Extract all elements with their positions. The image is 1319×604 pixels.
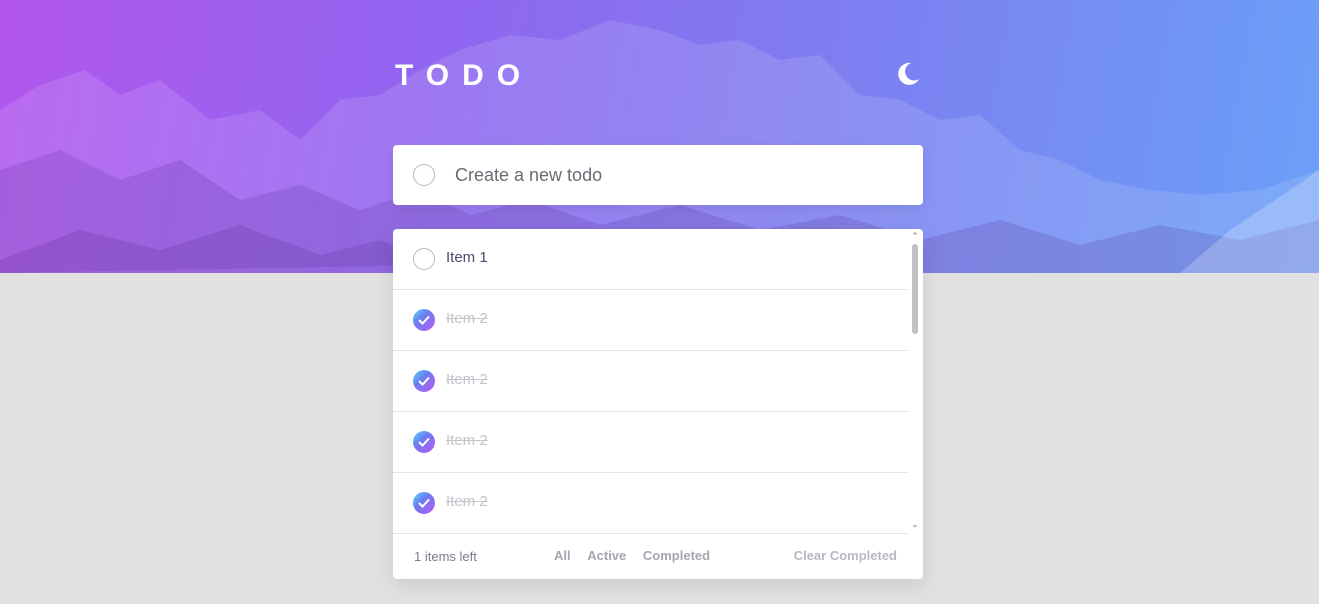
todo-label: Item 1 bbox=[446, 249, 488, 266]
list-scrollbar[interactable]: ⌃ ⌄ bbox=[908, 229, 923, 535]
checkmark-icon[interactable] bbox=[413, 492, 435, 514]
filter-tabs: All Active Completed bbox=[554, 548, 723, 563]
todo-item[interactable]: Item 1 bbox=[393, 229, 908, 290]
scrollbar-thumb[interactable] bbox=[912, 244, 918, 334]
checkmark-icon[interactable] bbox=[413, 309, 435, 331]
todo-label: Item 2 bbox=[446, 310, 488, 327]
checkmark-icon[interactable] bbox=[413, 431, 435, 453]
todo-item[interactable]: Item 2 bbox=[393, 473, 908, 534]
todo-label: Item 2 bbox=[446, 493, 488, 510]
unchecked-circle-icon[interactable] bbox=[413, 248, 435, 270]
scroll-down-icon[interactable]: ⌄ bbox=[910, 519, 920, 529]
moon-icon[interactable] bbox=[895, 61, 923, 91]
todo-list: Item 1 Item 2 Item 2 Item 2 Item 2 ⌃ ⌄ 1… bbox=[393, 229, 923, 579]
filter-completed[interactable]: Completed bbox=[643, 548, 710, 563]
todo-footer: 1 items left All Active Completed Clear … bbox=[393, 535, 923, 579]
filter-active[interactable]: Active bbox=[587, 548, 626, 563]
app-title: TODO bbox=[395, 59, 534, 92]
new-todo-field bbox=[393, 145, 923, 205]
app-header: TODO bbox=[393, 55, 923, 99]
new-todo-circle-icon[interactable] bbox=[413, 164, 435, 186]
todo-item[interactable]: Item 2 bbox=[393, 351, 908, 412]
todo-list-scroll: Item 1 Item 2 Item 2 Item 2 Item 2 bbox=[393, 229, 923, 535]
todo-item[interactable]: Item 2 bbox=[393, 290, 908, 351]
clear-completed-button[interactable]: Clear Completed bbox=[794, 548, 897, 563]
todo-label: Item 2 bbox=[446, 371, 488, 388]
new-todo-input[interactable] bbox=[455, 160, 895, 190]
checkmark-icon[interactable] bbox=[413, 370, 435, 392]
filter-all[interactable]: All bbox=[554, 548, 571, 563]
scroll-up-icon[interactable]: ⌃ bbox=[910, 231, 920, 241]
items-left-count: 1 items left bbox=[414, 549, 477, 564]
todo-item[interactable]: Item 2 bbox=[393, 412, 908, 473]
todo-label: Item 2 bbox=[446, 432, 488, 449]
